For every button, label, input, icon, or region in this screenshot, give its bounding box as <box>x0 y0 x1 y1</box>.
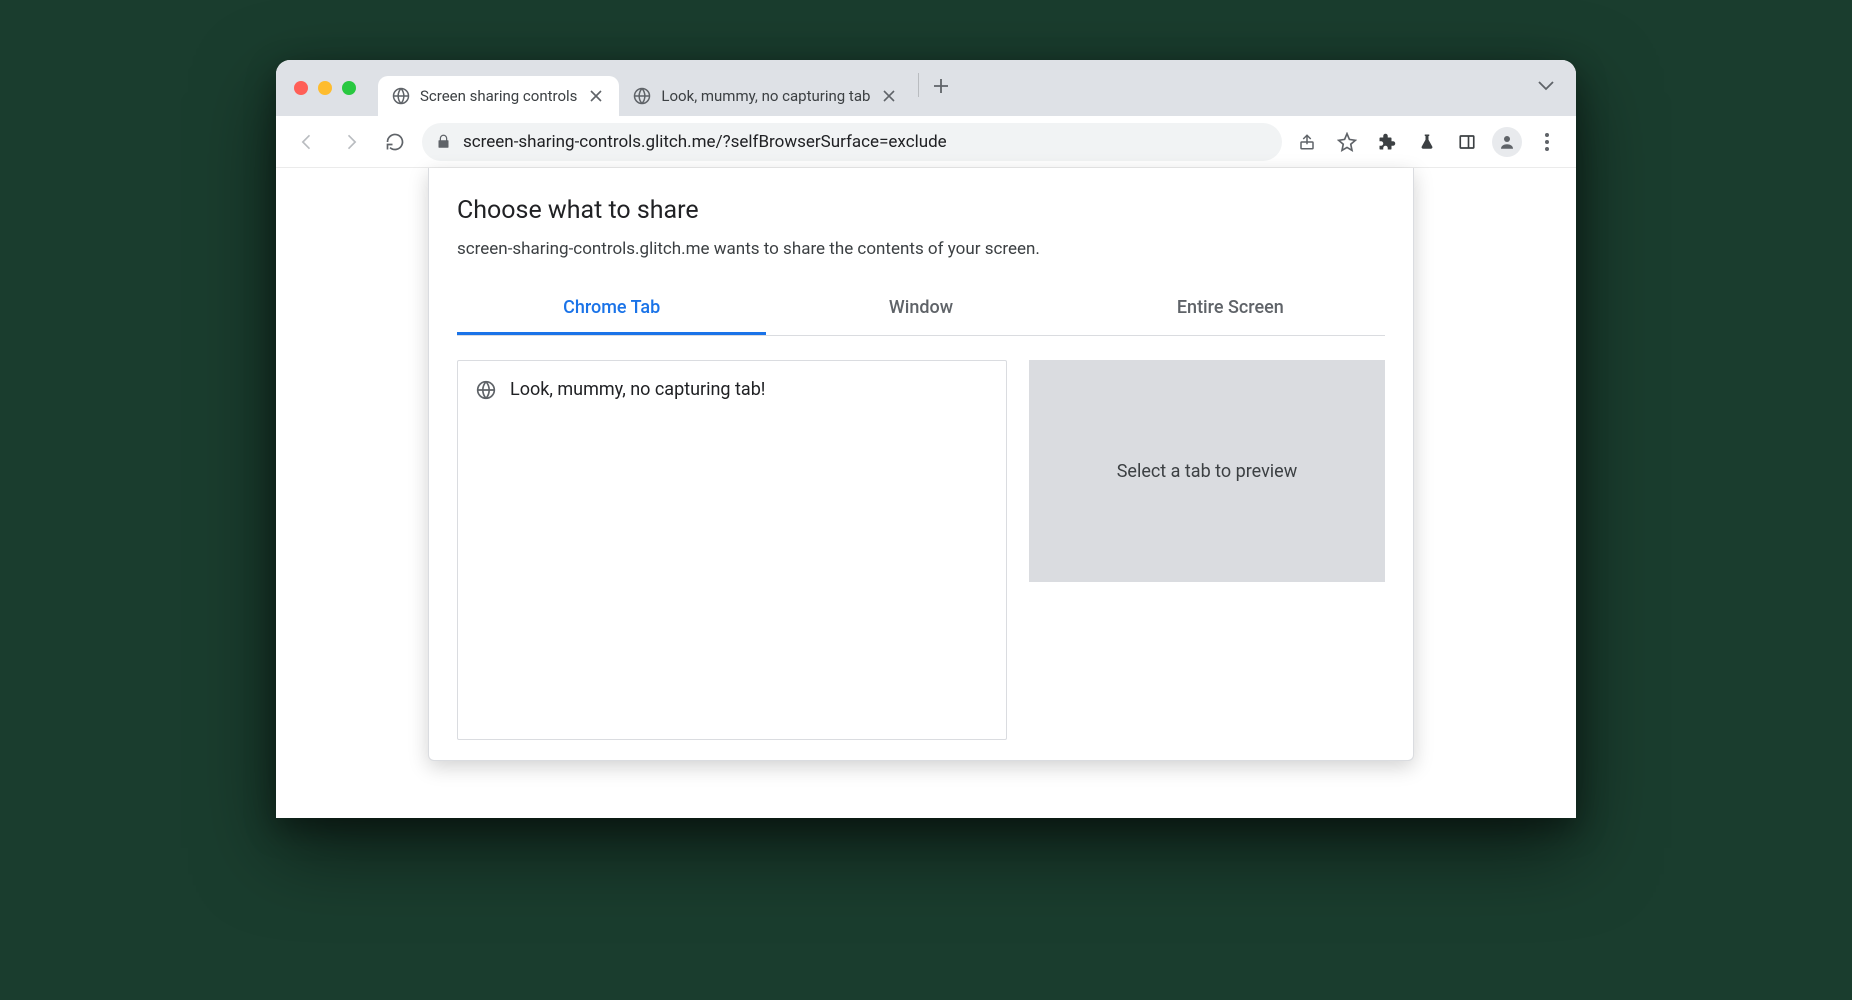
tab-close-button[interactable] <box>880 87 898 105</box>
lock-icon <box>436 134 451 149</box>
browser-tab-title: Look, mummy, no capturing tab <box>661 87 870 105</box>
browser-toolbar: screen-sharing-controls.glitch.me/?selfB… <box>276 116 1576 168</box>
browser-tab-title: Screen sharing controls <box>420 87 577 105</box>
bookmark-star-icon[interactable] <box>1332 127 1362 157</box>
source-tab-window[interactable]: Window <box>766 285 1075 335</box>
tab-divider <box>918 73 919 97</box>
globe-icon <box>392 87 410 105</box>
side-panel-icon[interactable] <box>1452 127 1482 157</box>
browser-tab-active[interactable]: Screen sharing controls <box>378 76 619 116</box>
kebab-menu-icon[interactable] <box>1532 127 1562 157</box>
source-tab-entire-screen[interactable]: Entire Screen <box>1076 285 1385 335</box>
source-picker-body: Look, mummy, no capturing tab! Select a … <box>457 336 1385 740</box>
globe-icon <box>476 380 496 400</box>
tab-close-button[interactable] <box>587 87 605 105</box>
reload-button[interactable] <box>378 125 412 159</box>
forward-button[interactable] <box>334 125 368 159</box>
window-maximize-button[interactable] <box>342 81 356 95</box>
new-tab-button[interactable] <box>925 70 957 102</box>
dialog-title: Choose what to share <box>457 196 1385 225</box>
profile-avatar[interactable] <box>1492 127 1522 157</box>
browser-tab-inactive[interactable]: Look, mummy, no capturing tab <box>619 76 912 116</box>
browser-viewport: Choose what to share screen-sharing-cont… <box>276 168 1576 818</box>
url-text: screen-sharing-controls.glitch.me/?selfB… <box>463 132 1268 152</box>
preview-placeholder-text: Select a tab to preview <box>1117 461 1298 482</box>
shareable-tab-title: Look, mummy, no capturing tab! <box>510 379 765 400</box>
window-controls <box>294 81 356 95</box>
tab-overflow-button[interactable] <box>1538 81 1564 91</box>
window-close-button[interactable] <box>294 81 308 95</box>
source-tab-chrome-tab[interactable]: Chrome Tab <box>457 285 766 335</box>
window-minimize-button[interactable] <box>318 81 332 95</box>
extensions-icon[interactable] <box>1372 127 1402 157</box>
back-button[interactable] <box>290 125 324 159</box>
labs-icon[interactable] <box>1412 127 1442 157</box>
browser-window: Screen sharing controls Look, mummy, no … <box>276 60 1576 818</box>
address-bar[interactable]: screen-sharing-controls.glitch.me/?selfB… <box>422 123 1282 161</box>
preview-panel: Select a tab to preview <box>1029 360 1385 582</box>
shareable-tab-item[interactable]: Look, mummy, no capturing tab! <box>474 375 990 404</box>
shareable-tab-list: Look, mummy, no capturing tab! <box>457 360 1007 740</box>
globe-icon <box>633 87 651 105</box>
source-type-tabs: Chrome Tab Window Entire Screen <box>457 285 1385 336</box>
screen-share-dialog: Choose what to share screen-sharing-cont… <box>428 168 1414 761</box>
share-icon[interactable] <box>1292 127 1322 157</box>
dialog-subtitle: screen-sharing-controls.glitch.me wants … <box>457 239 1385 259</box>
tab-strip: Screen sharing controls Look, mummy, no … <box>276 60 1576 116</box>
